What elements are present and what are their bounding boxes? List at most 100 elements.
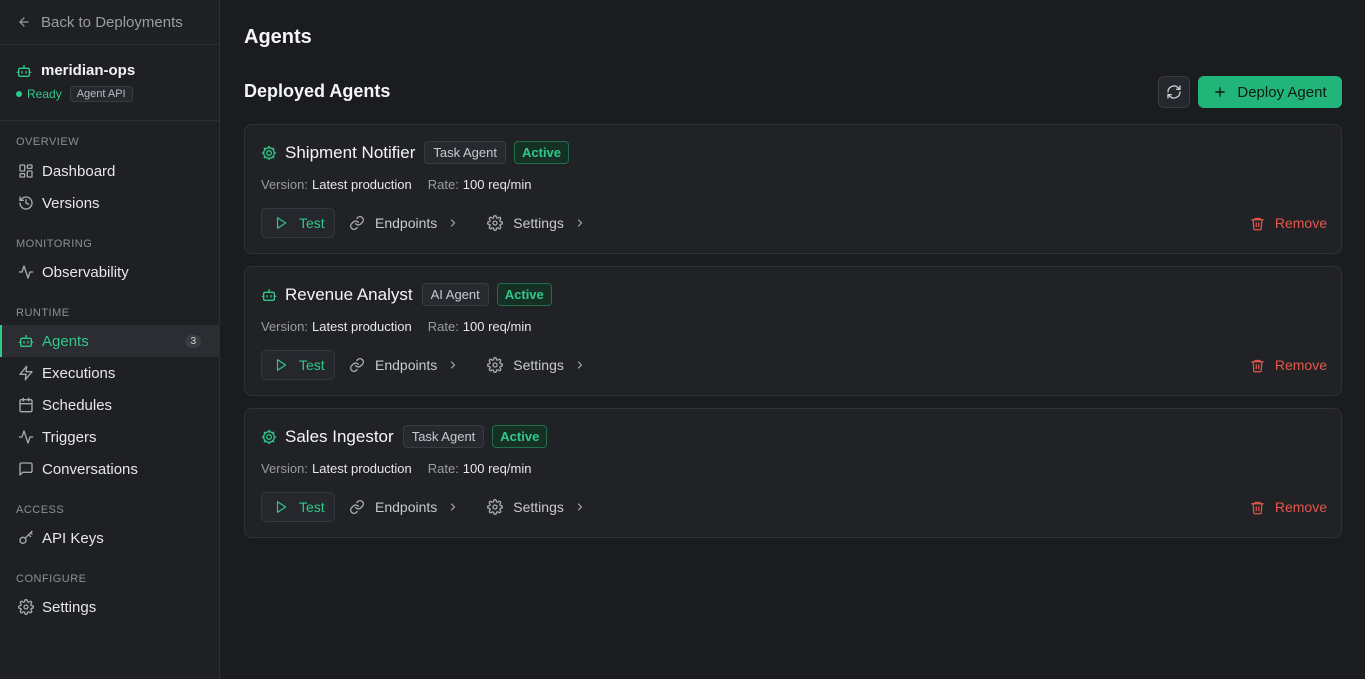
version-value: Latest production (311, 319, 412, 334)
test-button[interactable]: Test (261, 208, 335, 238)
trash-icon (1250, 358, 1265, 373)
gear-icon (487, 357, 504, 373)
test-button[interactable]: Test (261, 350, 335, 380)
remove-button[interactable]: Remove (1250, 357, 1327, 373)
remove-label: Remove (1274, 215, 1327, 231)
cog-icon (261, 145, 277, 161)
rate-label: Rate: (427, 461, 459, 476)
sidebar-item-label: Observability (42, 263, 129, 281)
test-label: Test (299, 499, 325, 515)
settings-button[interactable]: Settings (487, 357, 586, 373)
settings-button[interactable]: Settings (487, 499, 586, 515)
chevron-right-icon (447, 217, 459, 229)
message-icon (18, 461, 34, 477)
sidebar-item-dashboard[interactable]: Dashboard (0, 155, 219, 187)
rate-label: Rate: (427, 177, 459, 192)
sidebar-item-label: Conversations (42, 460, 138, 478)
back-to-deployments-link[interactable]: Back to Deployments (0, 0, 219, 45)
sidebar-item-api-keys[interactable]: API Keys (0, 522, 219, 554)
endpoints-label: Endpoints (375, 499, 438, 515)
endpoints-button[interactable]: Endpoints (349, 215, 459, 231)
sidebar-item-executions[interactable]: Executions (0, 357, 219, 389)
gear-icon (487, 499, 504, 515)
version-label: Version: (261, 461, 308, 476)
sidebar-item-schedules[interactable]: Schedules (0, 389, 219, 421)
sidebar-item-settings[interactable]: Settings (0, 591, 219, 623)
status-badge: Active (492, 425, 548, 448)
gear-icon (18, 599, 34, 615)
status-badge: Active (514, 141, 570, 164)
settings-label: Settings (513, 499, 564, 515)
activity-icon (18, 429, 34, 445)
section-label-access: ACCESS (16, 504, 65, 516)
chevron-right-icon (574, 359, 586, 371)
sidebar-item-label: Settings (42, 598, 97, 616)
history-icon (18, 195, 34, 211)
chevron-right-icon (574, 501, 586, 513)
agent-card: Sales Ingestor Task Agent Active Version… (244, 408, 1342, 538)
refresh-button[interactable] (1158, 76, 1190, 108)
agents-count-badge: 3 (185, 334, 201, 348)
link-icon (349, 357, 365, 373)
agent-name: Revenue Analyst (285, 284, 413, 304)
status-dot (16, 91, 22, 97)
project-type-badge: Agent API (69, 86, 133, 102)
sidebar-item-observability[interactable]: Observability (0, 256, 219, 288)
agent-card: Shipment Notifier Task Agent Active Vers… (244, 124, 1342, 254)
section-label-runtime: RUNTIME (16, 307, 70, 319)
gear-icon (487, 215, 504, 231)
sidebar-item-triggers[interactable]: Triggers (0, 421, 219, 453)
endpoints-label: Endpoints (375, 215, 438, 231)
section-label-configure: CONFIGURE (16, 573, 87, 585)
remove-button[interactable]: Remove (1250, 499, 1327, 515)
calendar-icon (18, 397, 34, 413)
back-label: Back to Deployments (41, 13, 183, 31)
sidebar-item-label: Triggers (42, 428, 97, 446)
agent-card: Revenue Analyst AI Agent Active Version:… (244, 266, 1342, 396)
version-value: Latest production (311, 461, 412, 476)
endpoints-label: Endpoints (375, 357, 438, 373)
remove-label: Remove (1274, 357, 1327, 373)
sidebar-item-versions[interactable]: Versions (0, 187, 219, 219)
activity-icon (18, 264, 34, 280)
agent-name: Sales Ingestor (285, 426, 394, 446)
settings-button[interactable]: Settings (487, 215, 586, 231)
rate-value: 100 req/min (462, 177, 532, 192)
sidebar-item-label: Dashboard (42, 162, 116, 180)
project-status: Ready (27, 87, 62, 101)
remove-button[interactable]: Remove (1250, 215, 1327, 231)
deploy-agent-button[interactable]: Deploy Agent (1198, 76, 1342, 108)
test-label: Test (299, 215, 325, 231)
cog-icon (261, 429, 277, 445)
endpoints-button[interactable]: Endpoints (349, 357, 459, 373)
link-icon (349, 215, 365, 231)
trash-icon (1250, 216, 1265, 231)
version-label: Version: (261, 177, 308, 192)
sidebar-item-conversations[interactable]: Conversations (0, 453, 219, 485)
settings-label: Settings (513, 215, 564, 231)
bot-icon (18, 333, 34, 349)
sidebar: Back to Deployments meridian-ops Ready A… (0, 0, 220, 679)
test-button[interactable]: Test (261, 492, 335, 522)
chevron-right-icon (574, 217, 586, 229)
section-label-overview: OVERVIEW (16, 136, 80, 148)
key-icon (18, 530, 34, 546)
rate-value: 100 req/min (462, 319, 532, 334)
status-badge: Active (496, 283, 552, 306)
section-label-monitoring: MONITORING (16, 238, 93, 250)
project-header: meridian-ops Ready Agent API (0, 45, 219, 121)
rate-value: 100 req/min (462, 461, 532, 476)
project-name: meridian-ops (41, 62, 136, 79)
sidebar-item-agents[interactable]: Agents 3 (0, 325, 219, 357)
play-icon (274, 500, 288, 514)
deploy-agent-label: Deploy Agent (1237, 83, 1327, 101)
remove-label: Remove (1274, 499, 1327, 515)
chevron-right-icon (447, 501, 459, 513)
endpoints-button[interactable]: Endpoints (349, 499, 459, 515)
dashboard-icon (18, 163, 34, 179)
section-title: Deployed Agents (244, 81, 391, 101)
sidebar-item-label: API Keys (42, 529, 104, 547)
sidebar-item-label: Executions (42, 364, 116, 382)
bot-icon (261, 287, 277, 303)
agent-type-badge: Task Agent (424, 141, 506, 164)
